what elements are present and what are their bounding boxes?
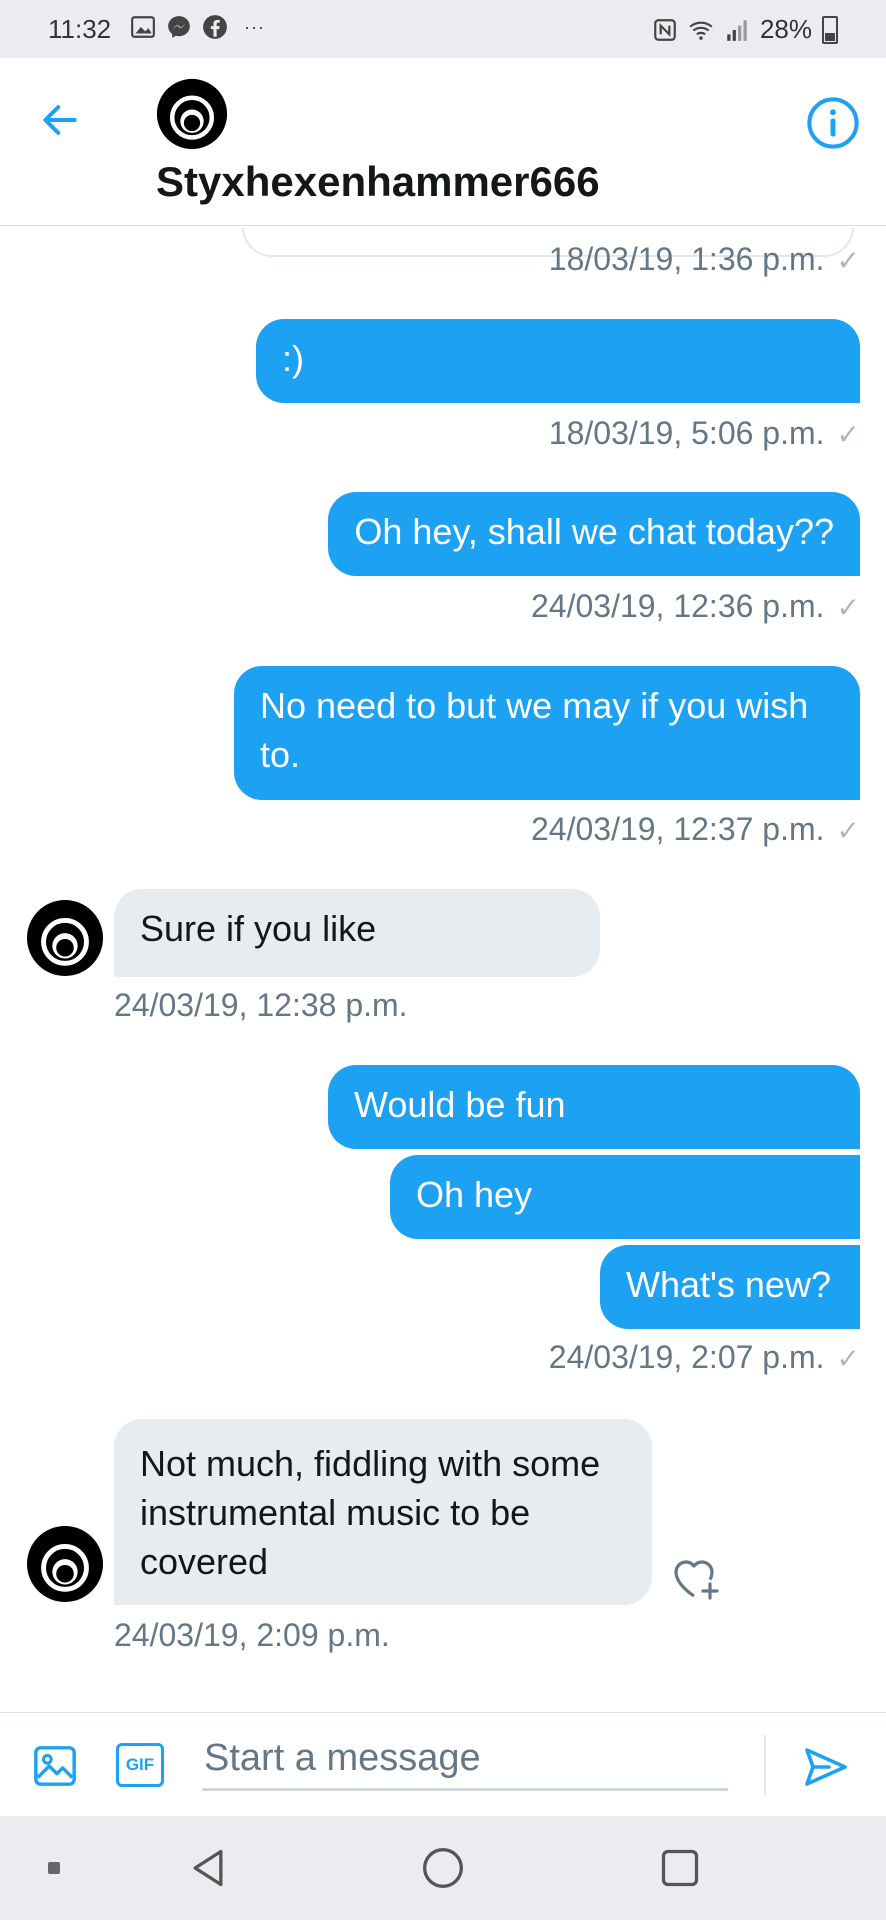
gif-button[interactable]: GIF [116,1743,164,1787]
message-bubble-incoming[interactable]: Sure if you like [114,889,600,977]
message-timestamp: 18/03/19, 5:06 p.m. ✓ [548,415,860,451]
sender-avatar[interactable] [26,1525,104,1603]
send-icon[interactable] [802,1743,850,1791]
message-input[interactable] [202,1729,728,1791]
battery-icon [822,15,838,44]
read-check-icon: ✓ [836,592,860,623]
back-arrow-icon[interactable] [38,98,82,142]
message-timestamp: 24/03/19, 2:09 p.m. [114,1617,390,1653]
more-notifications: ··· [244,16,265,37]
status-time: 11:32 [48,14,112,44]
read-check-icon: ✓ [836,419,860,450]
nav-recent-apps-icon[interactable] [658,1846,702,1890]
read-check-icon: ✓ [836,245,860,276]
message-bubble-incoming[interactable]: Not much, fiddling with some instrumenta… [114,1419,652,1605]
system-navigation-bar [0,1816,886,1920]
message-bubble-outgoing[interactable]: Would be fun [328,1065,860,1149]
message-timestamp: 24/03/19, 12:36 p.m. ✓ [530,588,860,624]
conversation-header: Styxhexenhammer666 [0,58,886,226]
message-bubble-outgoing[interactable]: What's new? [600,1245,860,1329]
wifi-icon [689,21,713,40]
signal-icon [727,19,747,41]
message-timestamp: 24/03/19, 12:38 p.m. [114,987,408,1023]
message-timestamp: 24/03/19, 2:07 p.m. ✓ [548,1339,860,1375]
read-check-icon: ✓ [836,1343,860,1374]
sender-avatar[interactable] [26,899,104,977]
info-icon[interactable] [806,96,860,150]
message-bubble-outgoing[interactable]: Oh hey, shall we chat today?? [328,492,860,576]
battery-percent: 28% [759,14,812,44]
nav-indicator-dot [48,1862,60,1874]
message-timestamp: 18/03/19, 1:36 p.m. ✓ [548,241,860,277]
message-list[interactable]: 18/03/19, 1:36 p.m. ✓ :) 18/03/19, 5:06 p… [0,227,886,1711]
heart-plus-icon[interactable] [670,1553,722,1603]
message-composer: GIF [0,1712,886,1816]
messenger-icon [168,16,190,38]
contact-avatar[interactable] [156,78,228,150]
message-bubble-outgoing[interactable]: No need to but we may if you wish to. [234,666,860,800]
message-bubble-outgoing[interactable]: Oh hey [390,1155,860,1239]
composer-divider [764,1735,766,1795]
read-check-icon: ✓ [836,815,860,846]
status-bar: 11:32 ··· 28% [0,0,886,58]
nav-back-icon[interactable] [186,1846,230,1890]
message-bubble-outgoing[interactable]: :) [256,319,860,403]
nav-home-icon[interactable] [421,1846,465,1890]
image-icon[interactable] [32,1743,78,1789]
gallery-icon [131,16,155,38]
contact-name[interactable]: Styxhexenhammer666 [156,158,600,206]
nfc-icon [654,18,676,41]
facebook-icon [203,15,227,39]
message-timestamp: 24/03/19, 12:37 p.m. ✓ [530,811,860,847]
